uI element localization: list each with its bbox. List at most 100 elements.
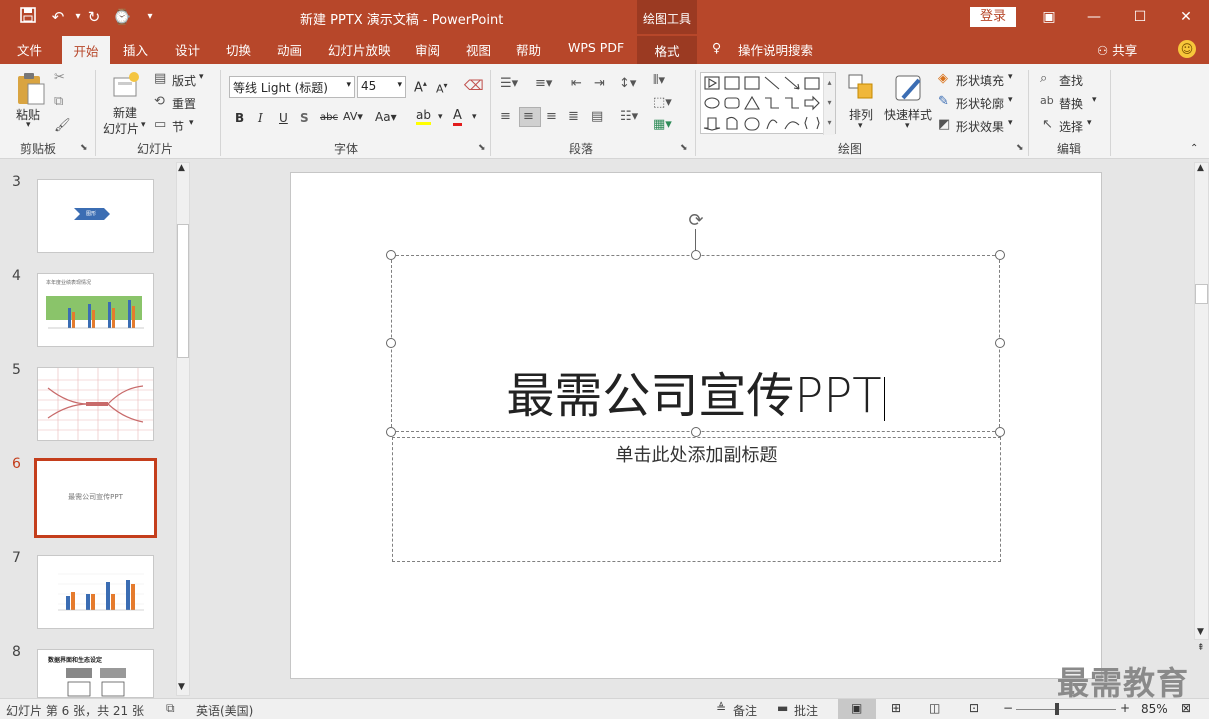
comments-icon[interactable]: ▬ [777,701,788,715]
resize-handle[interactable] [691,427,701,437]
subtitle-placeholder-text[interactable]: 单击此处添加副标题 [392,441,1001,467]
font-size-dropdown-icon[interactable]: ▾ [397,80,402,90]
ribbon-display-options-icon[interactable]: ▣ [1038,6,1060,28]
font-launcher-icon[interactable]: ⬊ [478,143,486,153]
tab-design[interactable]: 设计 [175,40,200,59]
align-text-icon[interactable]: ⬚▾ [653,95,672,110]
resize-handle[interactable] [691,250,701,260]
highlight-dropdown-icon[interactable]: ▾ [438,112,443,122]
tab-transitions[interactable]: 切换 [226,40,251,59]
convert-to-smartart-icon[interactable]: ▦▾ [653,117,672,132]
shape-outline-button[interactable]: 形状轮廓 [956,95,1004,112]
paste-dropdown-icon[interactable]: ▾ [26,120,31,130]
shapes-gallery[interactable]: ▴ ▾ ▾ [700,72,836,135]
undo-icon[interactable]: ↶ [48,7,68,27]
tab-home[interactable]: 开始 [62,36,110,64]
tab-insert[interactable]: 插入 [123,40,148,59]
zoom-slider-track[interactable] [1016,709,1116,710]
comments-button[interactable]: 批注 [794,702,818,719]
reset-icon[interactable]: ⟲ [154,94,165,109]
tell-me-search[interactable]: 操作说明搜索 [738,40,813,59]
paragraph-launcher-icon[interactable]: ⬊ [680,143,688,153]
replace-button[interactable]: 替换 [1059,95,1083,112]
shape-outline-icon[interactable]: ✎ [938,94,949,109]
new-slide-icon[interactable] [110,70,140,100]
fit-slide-icon[interactable]: ⊠ [1181,701,1191,715]
customize-qat-icon[interactable]: ▾ [140,7,160,27]
slide-sorter-icon[interactable]: ⊞ [891,701,901,715]
slide-thumbnail-3[interactable]: 图形 [37,179,154,253]
resize-handle[interactable] [386,427,396,437]
resize-handle[interactable] [386,250,396,260]
tab-format[interactable]: 格式 [637,36,697,64]
resize-handle[interactable] [386,338,396,348]
distributed-icon[interactable]: ▤ [591,109,603,124]
font-name-field[interactable]: 等线 Light (标题) ▾ [229,76,355,98]
new-slide-dropdown-icon[interactable]: ▾ [141,120,146,130]
clear-formatting-icon[interactable]: ⌫ [464,78,484,94]
section-icon[interactable]: ▭ [154,117,166,132]
justify-icon[interactable]: ≣ [568,109,579,124]
strikethrough-icon[interactable]: abc [320,112,338,123]
scroll-down-icon[interactable]: ▼ [178,682,185,692]
select-button[interactable]: 选择 [1059,118,1083,135]
shape-outline-dropdown-icon[interactable]: ▾ [1008,95,1013,105]
reading-view-icon[interactable]: ◫ [929,701,940,715]
tab-help[interactable]: 帮助 [516,40,541,59]
quick-styles-dropdown-icon[interactable]: ▾ [905,121,910,131]
tab-animations[interactable]: 动画 [277,40,302,59]
scroll-up-icon[interactable]: ▲ [1197,163,1204,173]
bold-icon[interactable]: B [235,111,244,125]
font-size-field[interactable]: 45 ▾ [357,76,406,98]
layout-icon[interactable]: ▤ [154,71,166,86]
columns-icon[interactable]: ☷▾ [620,109,638,124]
slide-title[interactable]: 最需公司宣传PPT [391,366,1000,426]
replace-dropdown-icon[interactable]: ▾ [1092,95,1097,105]
tab-slideshow[interactable]: 幻灯片放映 [328,40,391,59]
reset-button[interactable]: 重置 [172,95,196,112]
italic-icon[interactable]: I [258,111,263,125]
clipboard-launcher-icon[interactable]: ⬊ [80,143,88,153]
character-spacing-icon[interactable]: AV▾ [343,110,363,123]
drawing-launcher-icon[interactable]: ⬊ [1016,143,1024,153]
decrease-indent-icon[interactable]: ⇤ [571,76,582,91]
shape-fill-icon[interactable]: ◈ [938,71,948,86]
close-button[interactable]: ✕ [1175,6,1197,28]
shape-effects-button[interactable]: 形状效果 [956,118,1004,135]
find-icon[interactable]: ⌕ [1040,71,1047,86]
zoom-slider-thumb[interactable] [1055,703,1059,715]
paste-icon[interactable] [14,72,48,108]
increase-indent-icon[interactable]: ⇥ [594,76,605,91]
underline-icon[interactable]: U [279,111,288,125]
maximize-button[interactable]: ☐ [1129,6,1151,28]
tab-view[interactable]: 视图 [466,40,491,59]
language-indicator[interactable]: 英语(美国) [196,702,253,719]
save-icon[interactable] [18,7,38,27]
resize-handle[interactable] [995,427,1005,437]
resize-handle[interactable] [995,250,1005,260]
change-case-icon[interactable]: Aa▾ [375,110,397,124]
notes-button[interactable]: 备注 [733,702,757,719]
select-cursor-icon[interactable]: ↖ [1042,117,1053,132]
layout-dropdown-icon[interactable]: ▾ [199,72,204,82]
start-from-beginning-icon[interactable]: ⌚ [112,7,132,27]
align-center-icon[interactable]: ≡ [523,109,534,124]
scroll-down-icon[interactable]: ▼ [1197,627,1204,637]
text-direction-icon[interactable]: ⫴▾ [653,73,665,88]
line-spacing-icon[interactable]: ↕▾ [619,76,636,91]
share-button[interactable]: ⚇ 共享 [1097,40,1137,59]
login-button[interactable]: 登录 [970,7,1016,27]
zoom-in-icon[interactable]: + [1120,701,1130,715]
highlight-color-icon[interactable]: ab [416,108,431,125]
section-button[interactable]: 节 [172,118,184,135]
collapse-ribbon-icon[interactable]: ⌃ [1190,143,1198,154]
accessibility-icon[interactable]: ⧉ [166,701,175,716]
slideshow-view-icon[interactable]: ⊡ [969,701,979,715]
numbering-icon[interactable]: ≡▾ [535,76,552,91]
rotate-handle-icon[interactable]: ⟳ [685,210,707,232]
font-name-dropdown-icon[interactable]: ▾ [346,80,351,90]
new-slide-label[interactable]: 新建 [113,104,137,121]
slide-scroll-thumb[interactable] [1195,284,1208,304]
quick-styles-icon[interactable] [893,72,925,104]
minimize-button[interactable]: — [1083,6,1105,28]
